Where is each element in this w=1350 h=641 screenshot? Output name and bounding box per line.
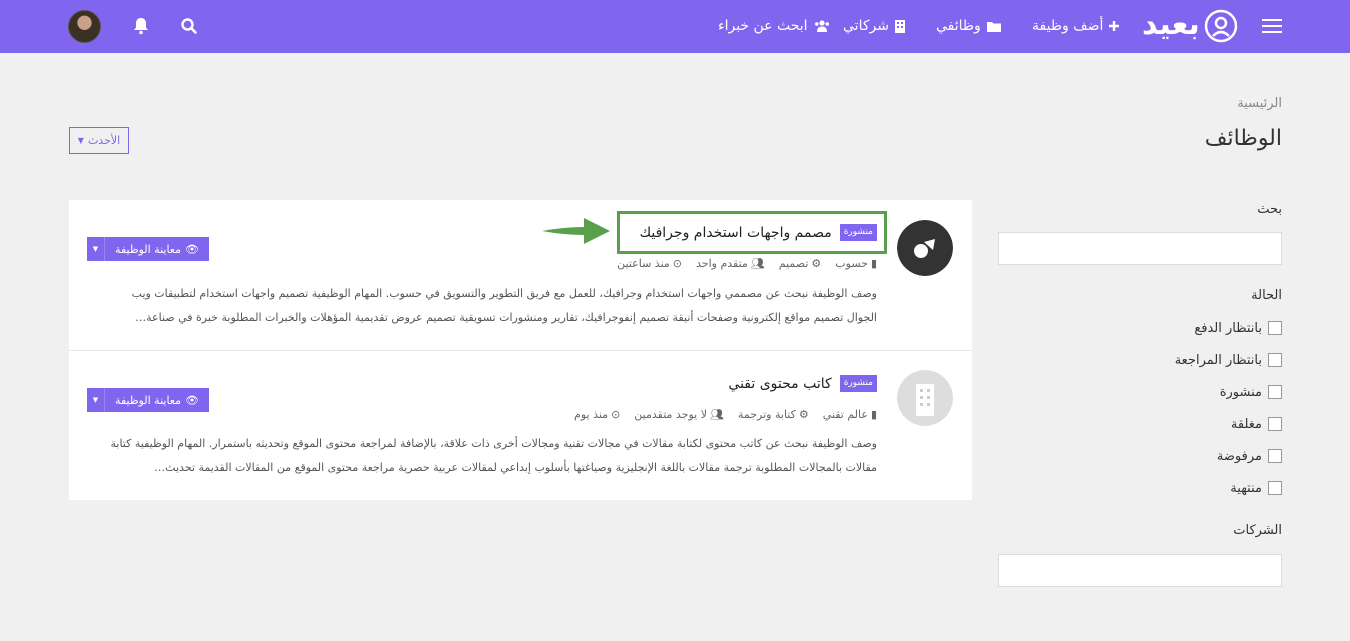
preview-job-button[interactable]: ▼ 👁︎ معاينة الوظيفة <box>87 237 209 261</box>
job-company[interactable]: ▮ عالم تقني <box>823 408 877 421</box>
nav-add-job-label: أضف وظيفة <box>1032 18 1104 34</box>
job-time-label: منذ ساعتين <box>617 257 670 270</box>
job-title-link[interactable]: كاتب محتوى تقني <box>728 376 831 392</box>
search-label: بحث <box>1257 202 1282 217</box>
nav-find-expert-label: ابحث عن خبراء <box>718 18 808 34</box>
sort-label: الأحدث <box>87 134 121 147</box>
bell-icon[interactable] <box>131 16 151 36</box>
checkbox[interactable] <box>1268 385 1282 399</box>
status-label: الحالة <box>1251 288 1282 303</box>
status-filter-published[interactable]: منشورة <box>1220 383 1282 401</box>
users-icon: 👥︎ <box>750 257 765 270</box>
status-option-label: بانتظار الدفع <box>1194 320 1262 336</box>
checkbox[interactable] <box>1268 353 1282 367</box>
nav-my-jobs[interactable]: وظائفي <box>936 17 1001 35</box>
highlight-box <box>617 211 887 254</box>
folder-icon <box>986 21 1001 32</box>
job-category[interactable]: ⚙ تصميم <box>779 257 821 270</box>
status-filter-closed[interactable]: مغلقة <box>1231 415 1282 433</box>
users-icon: 👥︎ <box>710 408 724 421</box>
building-icon <box>894 19 905 33</box>
job-applicants: 👥︎ لا يوجد متقدمين <box>634 408 724 421</box>
checkbox[interactable] <box>1268 321 1282 335</box>
arrow-right-icon <box>542 218 610 244</box>
brand-name[interactable]: بعيد <box>1142 8 1206 42</box>
list-item: منشورة كاتب محتوى تقني ▮ عالم تقني ⚙ كتابة… <box>69 350 972 500</box>
status-option-label: مرفوضة <box>1216 448 1262 464</box>
status-option-label: منشورة <box>1219 384 1262 400</box>
job-title-row: منشورة كاتب محتوى تقني <box>728 375 877 392</box>
job-company-label: عالم تقني <box>822 408 868 421</box>
preview-job-label: معاينة الوظيفة <box>115 242 181 256</box>
plus-icon <box>1109 21 1120 31</box>
status-filter-awaiting-payment[interactable]: بانتظار الدفع <box>1194 319 1282 337</box>
job-category-label: كتابة وترجمة <box>737 408 796 421</box>
preview-job-main[interactable]: 👁︎ معاينة الوظيفة <box>105 237 209 261</box>
job-company[interactable]: ▮ حسوب <box>835 257 877 270</box>
status-filter-awaiting-review[interactable]: بانتظار المراجعة <box>1175 351 1282 369</box>
status-option-label: منتهية <box>1230 480 1262 496</box>
job-description: وصف الوظيفة نبحث عن كاتب محتوى لكتابة مق… <box>110 437 877 474</box>
menu-icon[interactable] <box>1262 18 1282 34</box>
status-option-label: بانتظار المراجعة <box>1174 352 1262 368</box>
job-description: وصف الوظيفة نبحث عن مصممي واجهات استخدام… <box>131 287 877 324</box>
eye-icon: 👁︎ <box>185 242 199 256</box>
breadcrumb[interactable]: الرئيسية <box>1237 96 1282 111</box>
eye-icon: 👁︎ <box>185 393 199 407</box>
job-time-label: منذ يوم <box>574 408 609 421</box>
job-category[interactable]: ⚙ كتابة وترجمة <box>738 408 809 421</box>
search-icon[interactable] <box>179 16 199 36</box>
nav-my-jobs-label: وظائفي <box>936 18 981 34</box>
job-time: ⊙ منذ ساعتين <box>617 257 682 270</box>
avatar[interactable] <box>68 10 101 43</box>
job-category-label: تصميم <box>778 257 809 270</box>
checkbox[interactable] <box>1268 481 1282 495</box>
checkbox[interactable] <box>1268 417 1282 431</box>
status-option-label: مغلقة <box>1230 416 1262 432</box>
company-logo-icon[interactable] <box>897 220 953 276</box>
job-meta: ▮ عالم تقني ⚙ كتابة وترجمة 👥︎ لا يوجد متقدم… <box>574 408 877 421</box>
preview-job-label: معاينة الوظيفة <box>115 393 181 407</box>
sort-dropdown-button[interactable]: الأحدث ▼ <box>69 127 129 154</box>
job-time: ⊙ منذ يوم <box>574 408 620 421</box>
job-meta: ▮ حسوب ⚙ تصميم 👥︎ متقدم واحد ⊙ منذ ساعتين <box>617 257 877 270</box>
users-icon <box>814 20 829 32</box>
job-applicants: 👥︎ متقدم واحد <box>696 257 765 270</box>
building-icon: ▮ <box>870 408 877 421</box>
companies-input[interactable] <box>998 554 1282 587</box>
job-applicants-label: متقدم واحد <box>696 257 748 270</box>
cogs-icon: ⚙ <box>811 257 822 270</box>
caret-down-icon[interactable]: ▼ <box>87 237 105 261</box>
preview-job-button[interactable]: ▼ 👁︎ معاينة الوظيفة <box>87 388 209 412</box>
checkbox[interactable] <box>1268 449 1282 463</box>
status-filter-rejected[interactable]: مرفوضة <box>1217 447 1282 465</box>
job-company-label: حسوب <box>835 257 868 270</box>
caret-down-icon[interactable]: ▼ <box>87 388 105 412</box>
page-title: الوظائف <box>1204 126 1282 151</box>
caret-down-icon: ▼ <box>77 136 84 145</box>
top-navbar: بعيد أضف وظيفة وظائفي شركاتي ابحث عن خبر… <box>0 0 1350 53</box>
nav-my-companies[interactable]: شركاتي <box>843 17 905 35</box>
cogs-icon: ⚙ <box>798 408 809 421</box>
nav-find-expert[interactable]: ابحث عن خبراء <box>718 17 830 35</box>
clock-icon: ⊙ <box>611 408 621 421</box>
nav-my-companies-label: شركاتي <box>843 18 889 34</box>
clock-icon: ⊙ <box>672 257 683 270</box>
preview-job-main[interactable]: 👁︎ معاينة الوظيفة <box>105 388 209 412</box>
job-applicants-label: لا يوجد متقدمين <box>634 408 708 421</box>
status-filter-expired[interactable]: منتهية <box>1230 479 1282 497</box>
building-icon: ▮ <box>870 257 877 270</box>
nav-add-job[interactable]: أضف وظيفة <box>1032 17 1120 35</box>
search-input[interactable] <box>998 232 1282 265</box>
companies-label: الشركات <box>1233 523 1282 538</box>
status-badge: منشورة <box>839 375 877 392</box>
company-logo-icon[interactable] <box>897 370 953 426</box>
